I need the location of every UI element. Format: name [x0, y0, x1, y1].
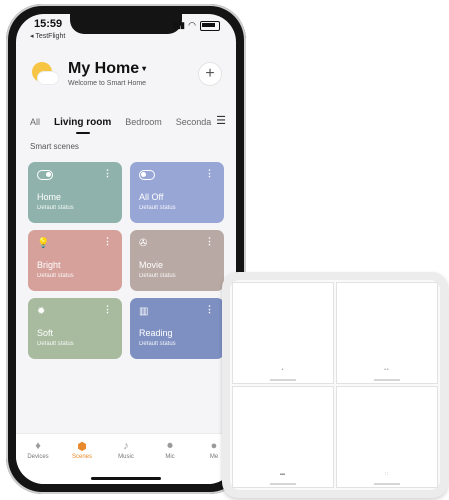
wall-switch-button-bottom-right[interactable]: ∷ — [336, 386, 438, 488]
more-icon[interactable]: ⋮ — [205, 168, 214, 179]
scene-card-all-off[interactable]: ⋮ All Off Default status — [130, 162, 224, 223]
scene-card-home[interactable]: ⋮ Home Default status — [28, 162, 122, 223]
scene-status: Default status — [139, 341, 176, 347]
indicator-dots-icon: •• — [384, 367, 390, 373]
scene-status: Default status — [139, 205, 176, 211]
person-icon: ● — [210, 440, 218, 452]
scene-name: Home — [37, 192, 62, 202]
tab-all[interactable]: All — [30, 117, 40, 127]
tab-living-room[interactable]: Living room — [54, 117, 111, 128]
nav-scenes[interactable]: ⬢ Scenes — [62, 440, 102, 460]
home-indicator — [91, 477, 161, 480]
toggle-off-icon — [139, 170, 155, 183]
more-icon[interactable]: ⋮ — [205, 304, 214, 315]
scene-name: Movie — [139, 260, 164, 270]
home-subtitle: Welcome to Smart Home — [68, 80, 147, 87]
nav-label: Scenes — [71, 454, 92, 460]
wall-switch-button-bottom-left[interactable]: ▬ — [232, 386, 334, 488]
wall-switch-button-top-left[interactable]: • — [232, 282, 334, 384]
music-note-icon: ♪ — [123, 440, 129, 452]
more-icon[interactable]: ⋮ — [103, 304, 112, 315]
scene-card-reading[interactable]: ▥ ⋮ Reading Default status — [130, 298, 224, 359]
nav-label: Devices — [27, 454, 49, 460]
phone-screen: 15:59 ▮▮▮ ◠ ◂ TestFlight My Home ▾ Welcom… — [16, 14, 236, 484]
home-selector[interactable]: My Home ▾ — [68, 60, 146, 78]
scene-name: Reading — [139, 328, 173, 338]
nav-label: Music — [118, 454, 134, 460]
back-to-testflight-link[interactable]: ◂ TestFlight — [30, 32, 65, 40]
home-header: My Home ▾ Welcome to Smart Home + — [30, 56, 222, 96]
scene-status: Default status — [37, 341, 74, 347]
scene-status: Default status — [37, 205, 74, 211]
tab-seconda[interactable]: Seconda — [176, 117, 212, 127]
nav-label: Me — [209, 454, 219, 460]
nav-music[interactable]: ♪ Music — [106, 440, 146, 460]
sun-icon: ✹ — [37, 306, 46, 317]
more-icon[interactable]: ⋮ — [205, 236, 214, 247]
wall-switch-button-top-right[interactable]: •• — [336, 282, 438, 384]
bulb-icon: ♦ — [35, 440, 41, 452]
indicator-grid-icon: ∷ — [384, 471, 390, 477]
signal-icon: ▮▮▮ — [172, 20, 185, 30]
wall-switch-panel: • •• ▬ ∷ — [222, 272, 448, 498]
toggle-on-icon — [37, 170, 53, 183]
indicator-dot-icon: • — [281, 367, 285, 373]
scenes-grid: ⋮ Home Default status ⋮ All Off Default … — [28, 162, 224, 359]
nav-label: Mic — [165, 454, 175, 460]
phone-frame: 15:59 ▮▮▮ ◠ ◂ TestFlight My Home ▾ Welcom… — [6, 4, 246, 494]
wall-switch-face: • •• ▬ ∷ — [230, 280, 440, 490]
lightbulb-icon: 💡 — [37, 238, 50, 249]
scene-card-movie[interactable]: ✇ ⋮ Movie Default status — [130, 230, 224, 291]
microphone-icon: ⏺ — [167, 440, 173, 452]
scene-name: All Off — [139, 192, 164, 202]
status-icons: ▮▮▮ ◠ — [172, 20, 220, 31]
phone-notch — [70, 14, 182, 34]
home-title: My Home — [68, 60, 140, 77]
scene-name: Soft — [37, 328, 54, 338]
more-icon[interactable]: ⋮ — [103, 168, 112, 179]
menu-icon[interactable]: ☰ — [216, 114, 226, 127]
section-title-smart-scenes: Smart scenes — [30, 142, 79, 151]
chevron-down-icon: ▾ — [142, 64, 147, 74]
more-icon[interactable]: ⋮ — [103, 236, 112, 247]
nav-devices[interactable]: ♦ Devices — [18, 440, 58, 460]
scene-card-soft[interactable]: ✹ ⋮ Soft Default status — [28, 298, 122, 359]
room-tabs: All Living room Bedroom Seconda ☰ — [30, 112, 226, 132]
status-time: 15:59 — [34, 18, 63, 30]
battery-icon — [200, 20, 220, 31]
scene-status: Default status — [37, 273, 74, 279]
scene-status: Default status — [139, 273, 176, 279]
add-button[interactable]: + — [198, 62, 222, 86]
weather-logo-icon — [30, 60, 58, 88]
film-reel-icon: ✇ — [139, 238, 148, 249]
indicator-line-icon: ▬ — [280, 471, 286, 477]
books-icon: ▥ — [139, 306, 149, 317]
wifi-icon: ◠ — [188, 20, 196, 30]
scene-name: Bright — [37, 260, 61, 270]
scene-card-bright[interactable]: 💡 ⋮ Bright Default status — [28, 230, 122, 291]
nav-mic[interactable]: ⏺ Mic — [150, 440, 190, 460]
tab-bedroom[interactable]: Bedroom — [125, 117, 162, 127]
cube-icon: ⬢ — [77, 441, 87, 453]
